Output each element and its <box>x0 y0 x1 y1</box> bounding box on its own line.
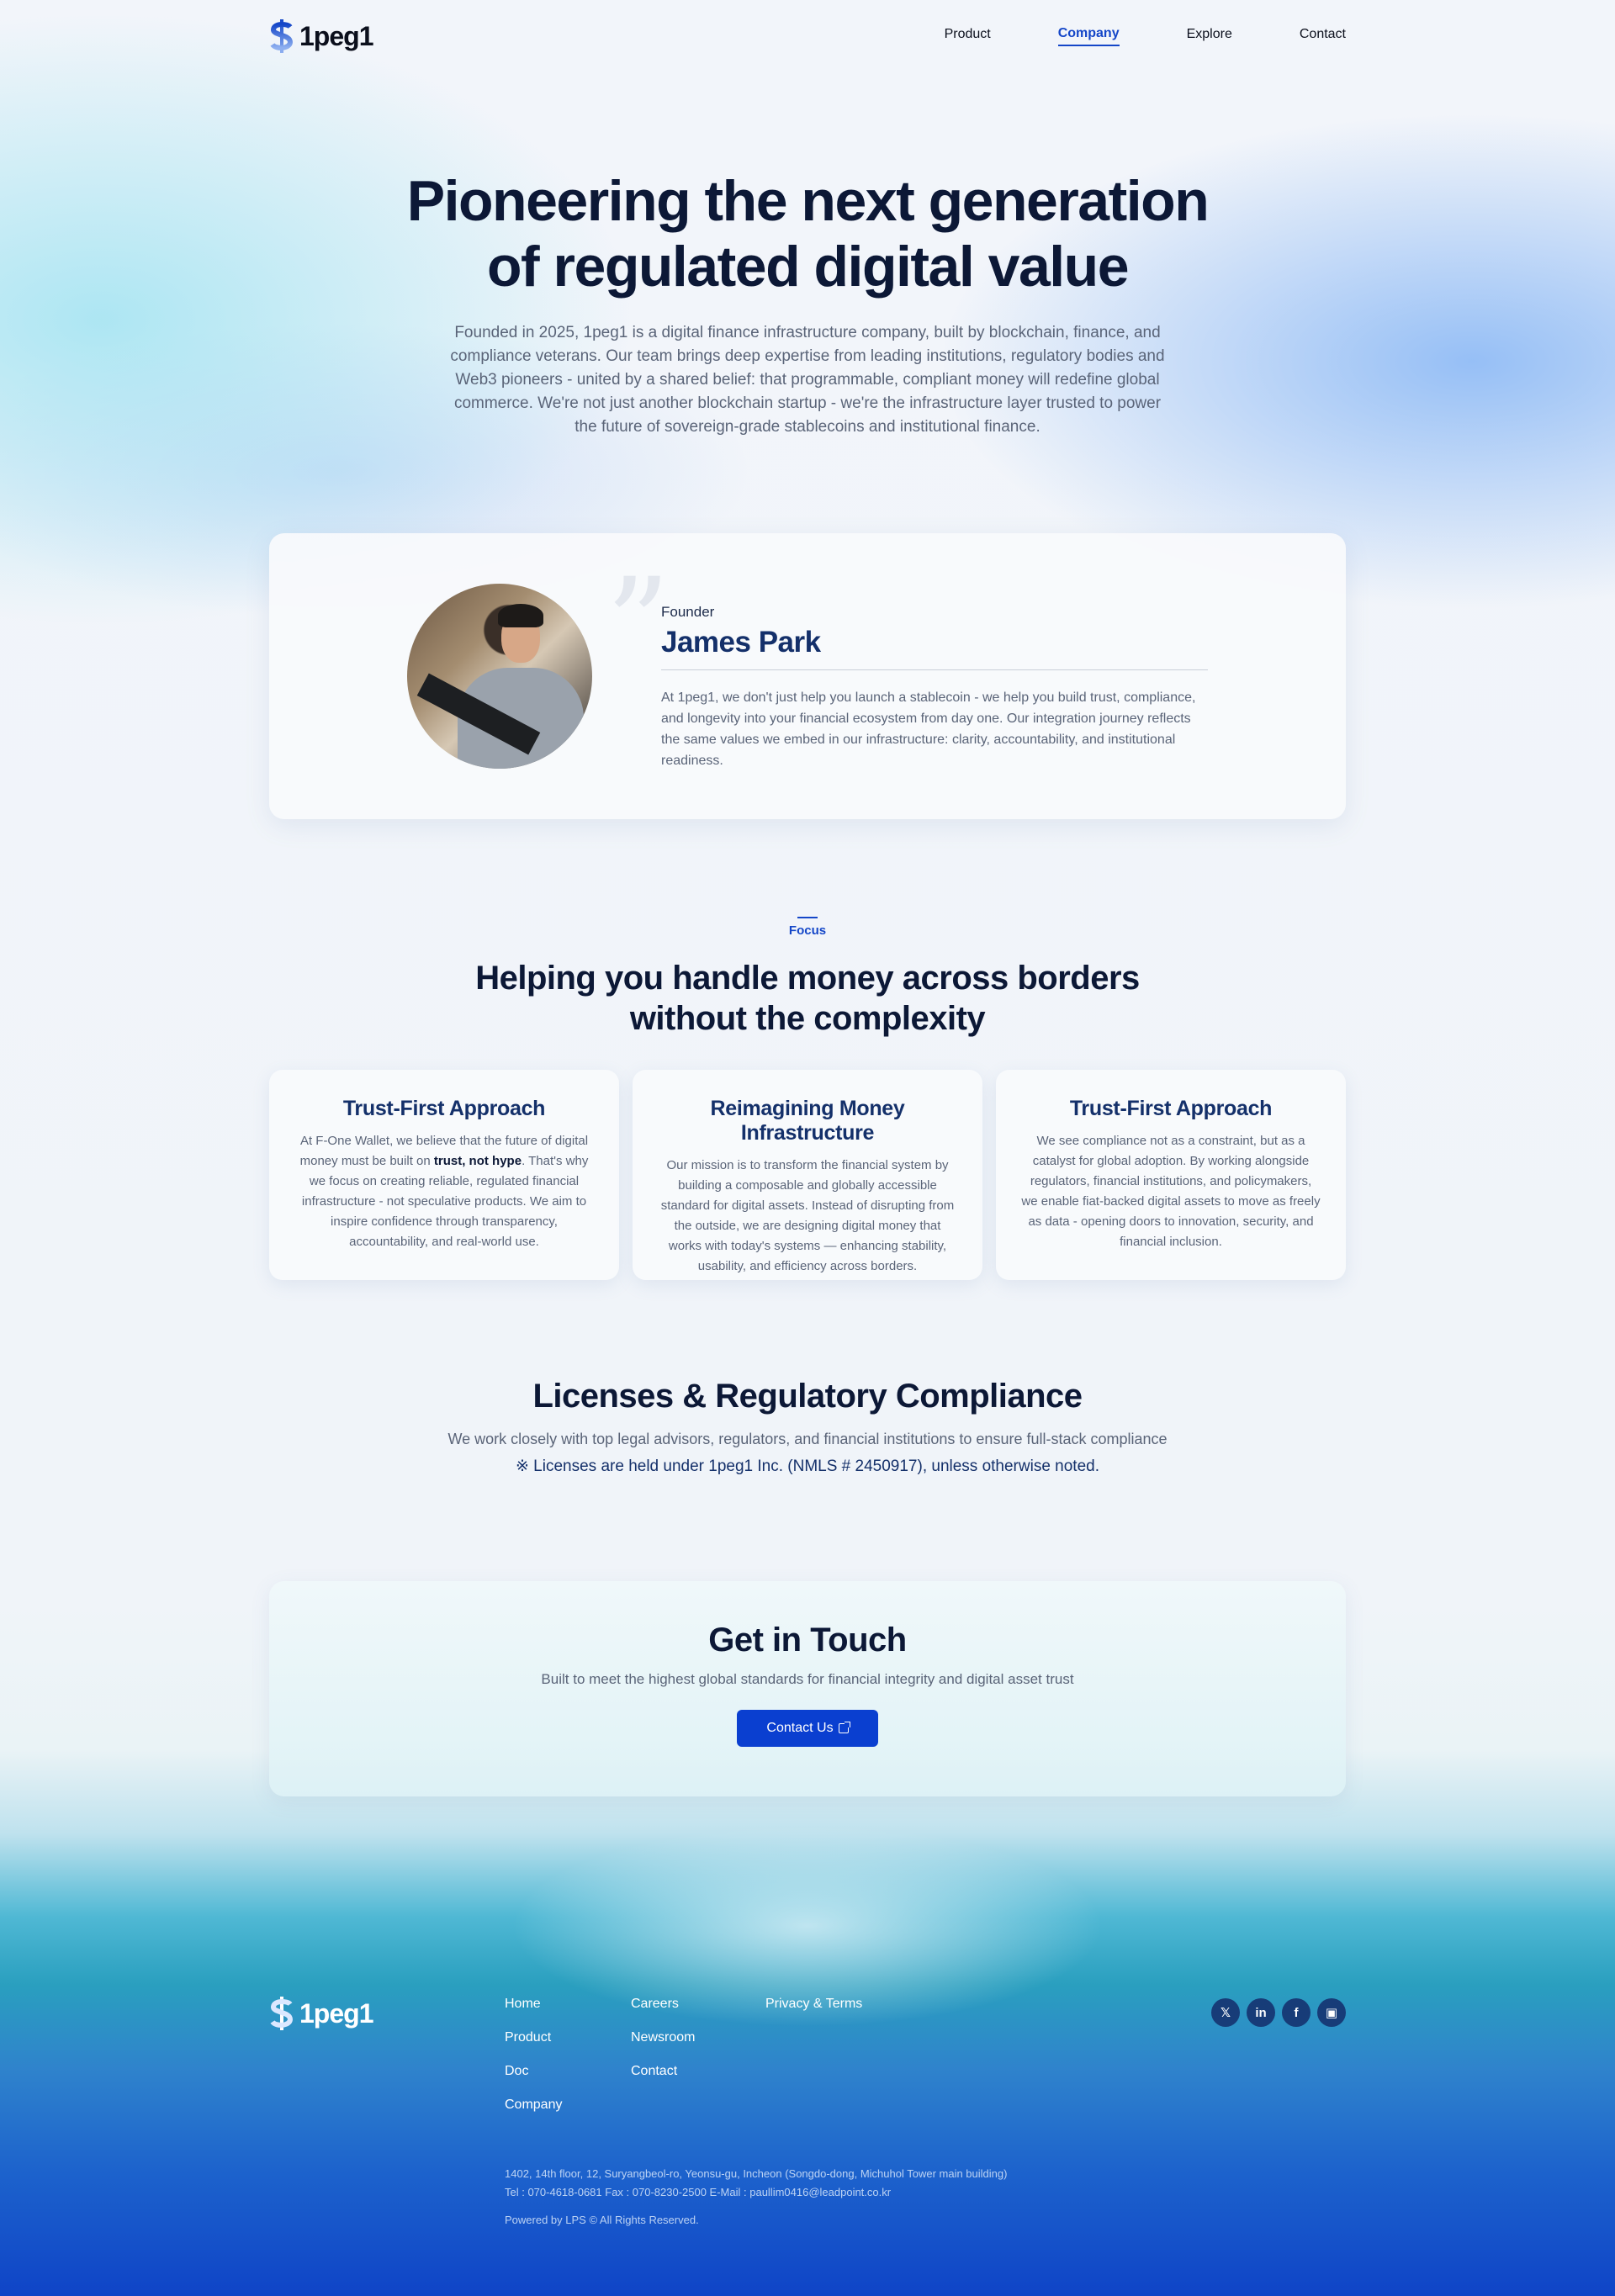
contact-card: Get in Touch Built to meet the highest g… <box>269 1581 1346 1796</box>
founder-card: ” Founder James Park At 1peg1, we don't … <box>269 533 1346 819</box>
focus-card: Trust-First Approach At F-One Wallet, we… <box>269 1070 619 1280</box>
footer-col-legal: Privacy & Terms <box>765 1997 862 2114</box>
linkedin-icon[interactable]: in <box>1247 1998 1275 2027</box>
footer-link-doc[interactable]: Doc <box>505 2064 631 2081</box>
facebook-icon[interactable]: f <box>1282 1998 1311 2027</box>
social-links: 𝕏 in f ▣ <box>1211 1998 1346 2027</box>
hero-title-line2: of regulated digital value <box>486 235 1130 299</box>
contact-title: Get in Touch <box>708 1621 907 1659</box>
footer-link-careers[interactable]: Careers <box>631 1997 765 2013</box>
card-text: We see compliance not as a constraint, b… <box>1021 1134 1321 1249</box>
copyright: Powered by LPS © All Rights Reserved. <box>505 2214 699 2226</box>
contact-line: Tel : 070-4618-0681 Fax : 070-8230-2500 … <box>505 2186 892 2198</box>
nav-product[interactable]: Product <box>945 27 991 45</box>
licenses-section: Licenses & Regulatory Compliance We work… <box>269 1378 1346 1476</box>
founder-avatar <box>407 584 592 769</box>
nav-company[interactable]: Company <box>1057 26 1120 46</box>
contact-subtitle: Built to meet the highest global standar… <box>541 1671 1074 1687</box>
focus-divider <box>797 917 818 918</box>
footer-link-contact[interactable]: Contact <box>631 2064 765 2081</box>
nav-explore[interactable]: Explore <box>1187 27 1232 45</box>
contact-button-label: Contact Us <box>766 1721 834 1735</box>
address-line: 1402, 14th floor, 12, Suryangbeol-ro, Ye… <box>505 2167 1008 2180</box>
card-title: Trust-First Approach <box>342 1097 546 1120</box>
footer-link-home[interactable]: Home <box>505 1997 631 2013</box>
card-text-emphasis: trust, not hype <box>433 1154 522 1168</box>
founder-role: Founder <box>661 604 715 620</box>
licenses-note: ※ Licenses are held under 1peg1 Inc. (NM… <box>515 1457 1099 1475</box>
blog-icon[interactable]: ▣ <box>1317 1998 1346 2027</box>
footer-col-main: Home Product Doc Company <box>505 1997 631 2114</box>
card-text: Our mission is to transform the financia… <box>660 1158 955 1273</box>
focus-title-line1: Helping you handle money across borders <box>475 960 1140 997</box>
founder-info: Founder James Park At 1peg1, we don't ju… <box>661 604 1208 771</box>
header-logo[interactable]: 1peg1 <box>269 19 373 53</box>
external-link-icon <box>838 1722 850 1733</box>
footer-link-privacy[interactable]: Privacy & Terms <box>765 1997 862 2013</box>
focus-cards: Trust-First Approach At F-One Wallet, we… <box>269 1070 1346 1280</box>
dollar-logo-icon <box>270 1997 294 2030</box>
founder-quote: At 1peg1, we don't just help you launch … <box>661 690 1196 768</box>
founder-name: James Park <box>661 626 1208 670</box>
card-title: Trust-First Approach <box>1069 1097 1273 1120</box>
site-footer: 1peg1 Home Product Doc Company Careers N… <box>269 1997 1346 2249</box>
footer-col-company: Careers Newsroom Contact <box>631 1997 765 2114</box>
focus-title-line2: without the complexity <box>629 1000 986 1037</box>
focus-section: Focus Helping you handle money across bo… <box>269 917 1346 1039</box>
focus-title: Helping you handle money across borders … <box>269 958 1346 1039</box>
licenses-subtitle: We work closely with top legal advisors,… <box>447 1431 1168 1447</box>
focus-card: Reimagining Money Infrastructure Our mis… <box>633 1070 982 1280</box>
nav-contact[interactable]: Contact <box>1300 27 1346 45</box>
contact-us-button[interactable]: Contact Us <box>737 1710 878 1747</box>
company-address: 1402, 14th floor, 12, Suryangbeol-ro, Ye… <box>505 2165 1007 2202</box>
footer-link-company[interactable]: Company <box>505 2098 631 2114</box>
footer-link-newsroom[interactable]: Newsroom <box>631 2030 765 2047</box>
hero-title: Pioneering the next generation of regula… <box>269 168 1346 299</box>
logo-text: 1peg1 <box>299 1997 373 2029</box>
hero-section: Pioneering the next generation of regula… <box>269 168 1346 439</box>
card-title: Reimagining Money Infrastructure <box>710 1097 905 1145</box>
main-nav: Product Company Explore Contact <box>945 26 1346 46</box>
dollar-logo-icon <box>270 19 294 53</box>
hero-description: Founded in 2025, 1peg1 is a digital fina… <box>450 324 1165 436</box>
footer-links: Home Product Doc Company Careers Newsroo… <box>505 1997 862 2114</box>
card-text: At F-One Wallet, we believe that the fut… <box>294 1131 594 1252</box>
hero-title-line1: Pioneering the next generation <box>406 169 1210 233</box>
site-header: 1peg1 Product Company Explore Contact <box>269 15 1346 57</box>
footer-link-product[interactable]: Product <box>505 2030 631 2047</box>
focus-label: Focus <box>788 923 827 938</box>
licenses-title: Licenses & Regulatory Compliance <box>532 1378 1083 1415</box>
x-icon[interactable]: 𝕏 <box>1211 1998 1240 2027</box>
logo-text: 1peg1 <box>299 20 373 51</box>
focus-card: Trust-First Approach We see compliance n… <box>996 1070 1346 1280</box>
